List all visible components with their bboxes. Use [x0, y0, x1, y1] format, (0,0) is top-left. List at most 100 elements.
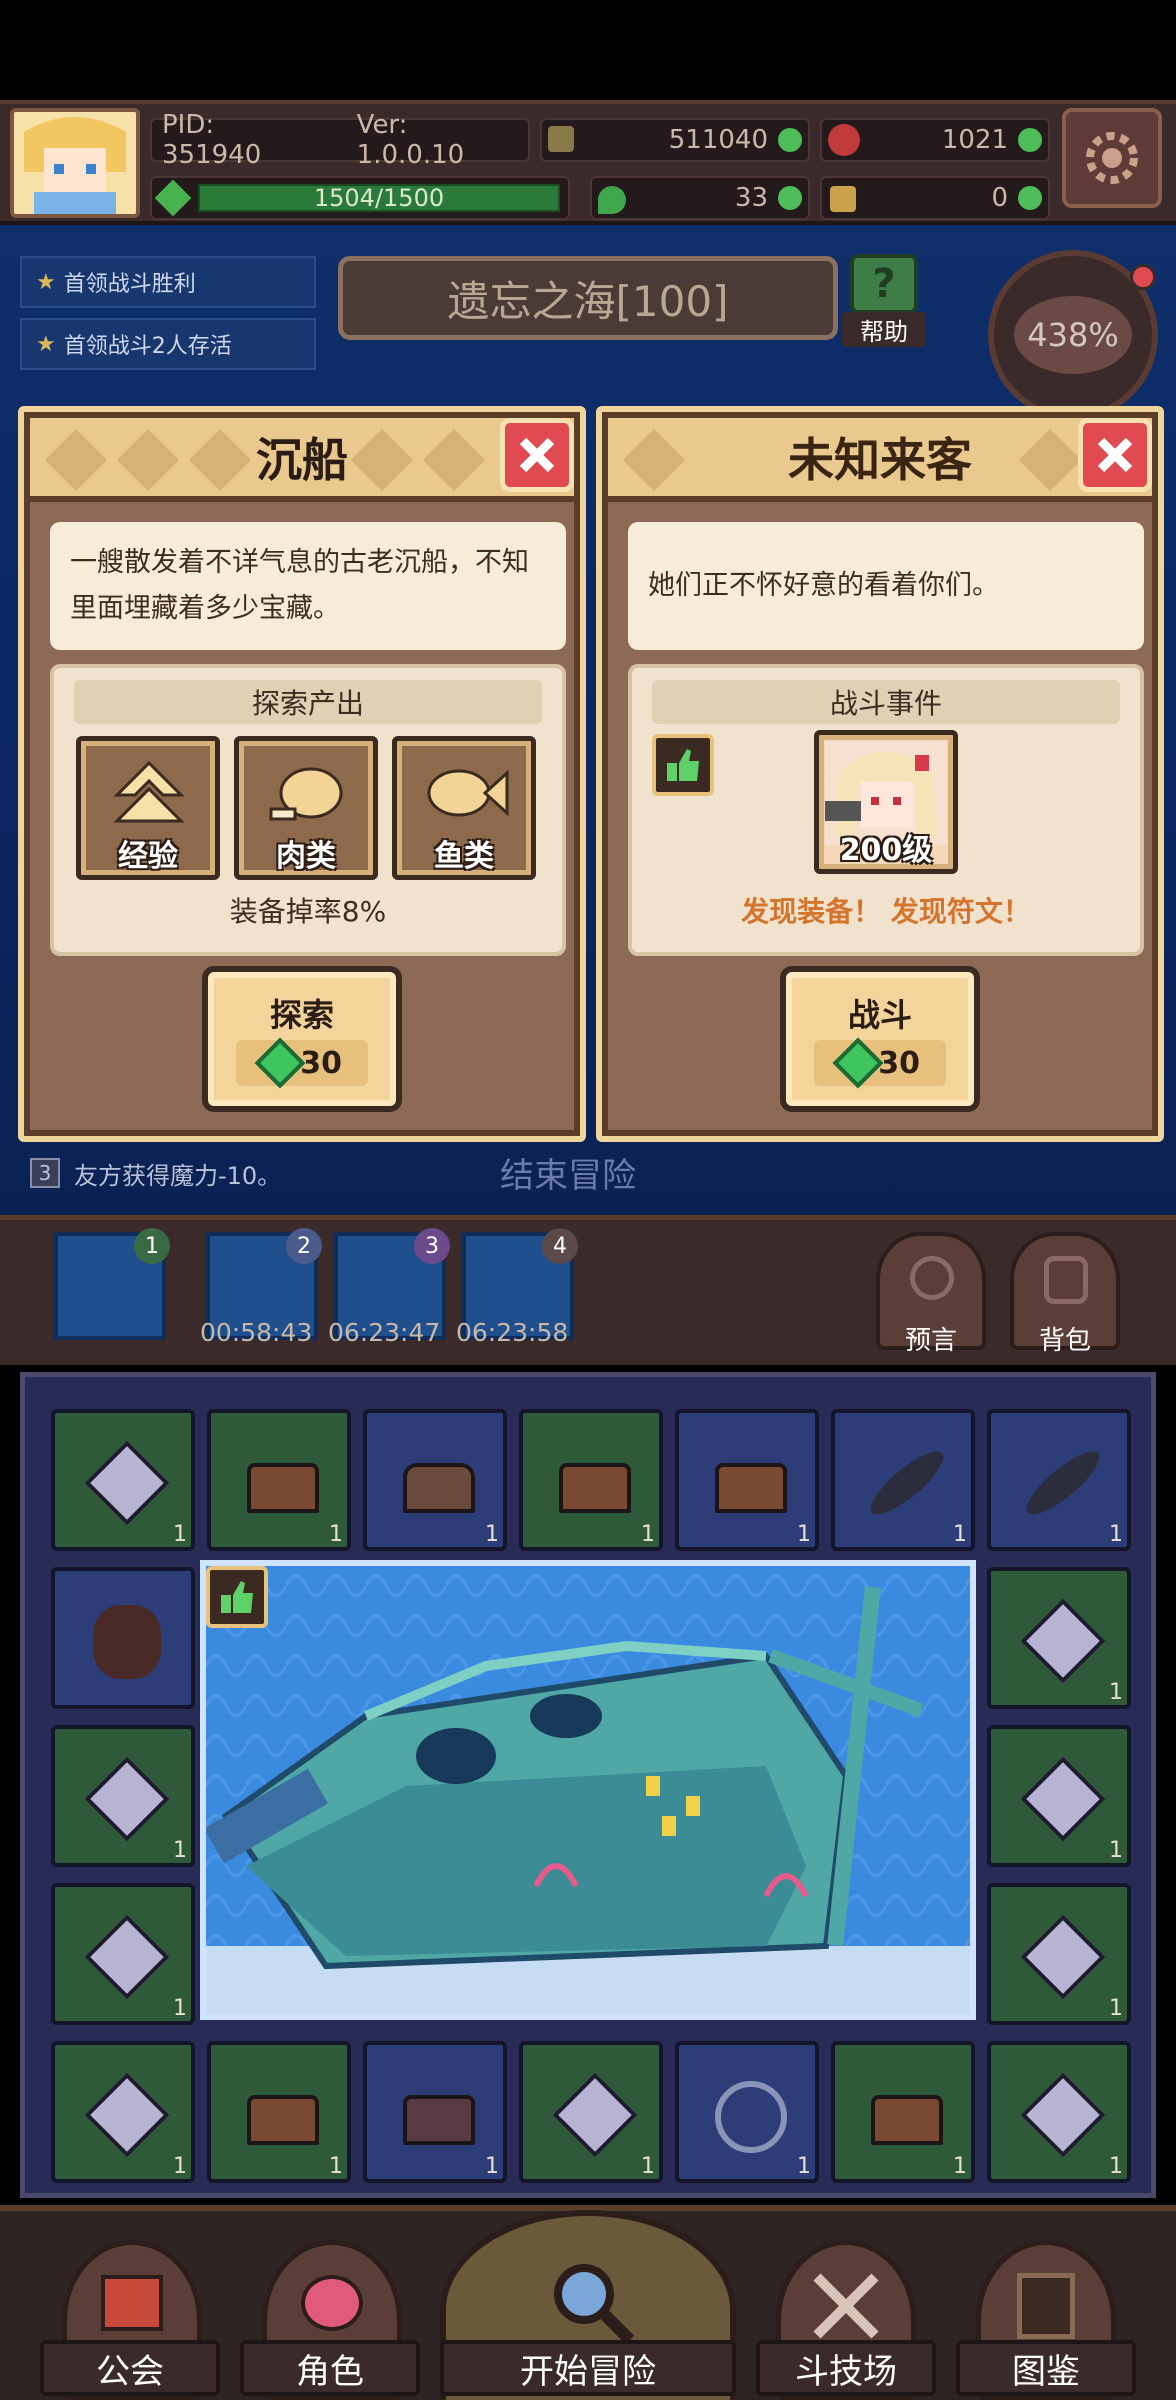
apple-icon [828, 124, 860, 156]
bag-button[interactable]: 背包 [1010, 1232, 1120, 1356]
crown-chest-icon [715, 1463, 787, 1513]
section-title: 探索产出 [74, 680, 542, 724]
stamina-value: 1504/1500 [313, 184, 445, 212]
slot-number: 1 [134, 1228, 170, 1264]
fight-cost: 30 [814, 1037, 946, 1089]
plus-icon[interactable] [778, 128, 802, 152]
end-adventure-label[interactable]: 结束冒险 [500, 1148, 636, 1197]
exp-arrow-icon [113, 760, 185, 823]
thumbs-up-icon[interactable] [206, 1566, 268, 1628]
shipwreck-image [206, 1566, 970, 2014]
grid-cell-fish[interactable]: 1 [987, 1409, 1131, 1551]
grid-cell-ore[interactable]: 1 [987, 1883, 1131, 2025]
slot-timer: 06:23:47 [328, 1318, 441, 1347]
crossed-swords-icon [813, 2273, 879, 2339]
zone-title-text: 遗忘之海[100] [447, 276, 729, 326]
grid-cell-chest[interactable]: 1 [207, 1409, 351, 1551]
grid-cell-ore[interactable]: 1 [987, 1567, 1131, 1709]
slot-number: 3 [414, 1228, 450, 1264]
reward-exp[interactable]: 经验 [76, 736, 220, 880]
grid-cell-ore[interactable]: 1 [987, 2041, 1131, 2183]
item-count: 1 [953, 1522, 967, 1547]
grid-cell-ore[interactable]: 1 [51, 1883, 195, 2025]
grid-cell-chest[interactable]: 1 [363, 2041, 507, 2183]
close-button[interactable] [500, 418, 574, 492]
close-icon [1097, 437, 1133, 473]
backpack-icon [1044, 1256, 1088, 1304]
question-icon: ? [850, 254, 918, 314]
item-count: 1 [485, 2154, 499, 2179]
nav-label-start-adventure[interactable]: 开始冒险 [440, 2340, 736, 2396]
item-count: 1 [1109, 1996, 1123, 2021]
ornament [1018, 428, 1082, 492]
item-count: 1 [329, 1522, 343, 1547]
item-count: 1 [1109, 2154, 1123, 2179]
party-slot-1[interactable]: 1 [54, 1228, 170, 1340]
shipwreck-scene[interactable] [200, 1560, 976, 2020]
apple-value: 1021 [941, 125, 1008, 155]
fish-icon [862, 1442, 952, 1524]
key-counter: 0 [820, 176, 1050, 220]
quest-item[interactable]: ★ 首领战斗胜利 [20, 256, 316, 308]
nav-label-codex[interactable]: 图鉴 [956, 2340, 1136, 2396]
grid-cell-ore[interactable]: 1 [51, 1725, 195, 1867]
shipwreck-dialog: 沉船 一艘散发着不详气息的古老沉船，不知里面埋藏着多少宝藏。 探索产出 经验 肉… [18, 406, 586, 1142]
reward-fish[interactable]: 鱼类 [392, 736, 536, 880]
grid-cell-crown-chest[interactable]: 1 [519, 1409, 663, 1551]
gold-counter: 511040 [540, 118, 810, 162]
difficulty-dial[interactable]: 438% [988, 250, 1158, 420]
help-label: 帮助 [842, 312, 926, 347]
nav-label-arena[interactable]: 斗技场 [756, 2340, 936, 2396]
reward-label: 肉类 [276, 839, 336, 874]
ornament [188, 428, 252, 492]
grid-cell-pirate[interactable] [51, 1567, 195, 1709]
item-count: 1 [953, 2154, 967, 2179]
star-icon: ★ [36, 331, 56, 357]
help-button[interactable]: ? 帮助 [842, 254, 926, 347]
grid-cell-monster[interactable]: 1 [363, 1409, 507, 1551]
item-count: 1 [1109, 1522, 1123, 1547]
green-gem-icon [254, 1037, 306, 1089]
prophecy-button[interactable]: 预言 [876, 1232, 986, 1356]
ore-icon [552, 2072, 638, 2158]
enemy-level: 200级 [839, 833, 933, 868]
explore-button[interactable]: 探索 30 [202, 966, 402, 1112]
grid-cell-crown-chest[interactable]: 1 [831, 2041, 975, 2183]
gold-value: 511040 [668, 125, 768, 155]
grid-cell-crown-chest[interactable]: 1 [675, 1409, 819, 1551]
zone-title: 遗忘之海[100] [338, 256, 838, 340]
grid-cell-ore[interactable]: 1 [51, 1409, 195, 1551]
player-avatar[interactable] [10, 108, 140, 218]
dialog-title: 沉船 [256, 433, 348, 487]
quest-item[interactable]: ★ 首领战斗2人存活 [20, 318, 316, 370]
chest-icon [247, 1463, 319, 1513]
nav-label-guild[interactable]: 公会 [40, 2340, 220, 2396]
grid-cell-shield[interactable]: 1 [675, 2041, 819, 2183]
grid-cell-ore[interactable]: 1 [987, 1725, 1131, 1867]
grid-cell-ore[interactable]: 1 [51, 2041, 195, 2183]
log-text: 友方获得魔力-10。 [74, 1161, 282, 1190]
thumbs-up-icon[interactable] [652, 734, 714, 796]
grid-cell-ore[interactable]: 1 [519, 2041, 663, 2183]
settings-button[interactable] [1062, 108, 1162, 208]
description-text: 她们正不怀好意的看着你们。 [648, 570, 999, 601]
grid-cell-crown-chest[interactable]: 1 [207, 2041, 351, 2183]
clover-value: 33 [734, 183, 768, 213]
chest-icon [403, 2095, 475, 2145]
fight-button[interactable]: 战斗 30 [780, 966, 980, 1112]
description-text: 一艘散发着不详气息的古老沉船，不知里面埋藏着多少宝藏。 [70, 547, 529, 624]
plus-icon[interactable] [778, 186, 802, 210]
battle-note: 发现装备！ 发现符文！ [741, 895, 1031, 928]
grid-cell-fish[interactable]: 1 [831, 1409, 975, 1551]
meat-icon [269, 767, 343, 821]
plus-icon[interactable] [1018, 186, 1042, 210]
reward-meat[interactable]: 肉类 [234, 736, 378, 880]
cost-value: 30 [878, 1045, 920, 1081]
enemy-portrait[interactable]: 200级 [814, 730, 958, 874]
plus-icon[interactable] [1018, 128, 1042, 152]
ore-icon [1020, 2072, 1106, 2158]
close-button[interactable] [1078, 418, 1152, 492]
key-value: 0 [991, 183, 1008, 213]
nav-label-character[interactable]: 角色 [240, 2340, 420, 2396]
battle-log-line: 3 友方获得魔力-10。 结束冒险 [30, 1148, 1150, 1198]
